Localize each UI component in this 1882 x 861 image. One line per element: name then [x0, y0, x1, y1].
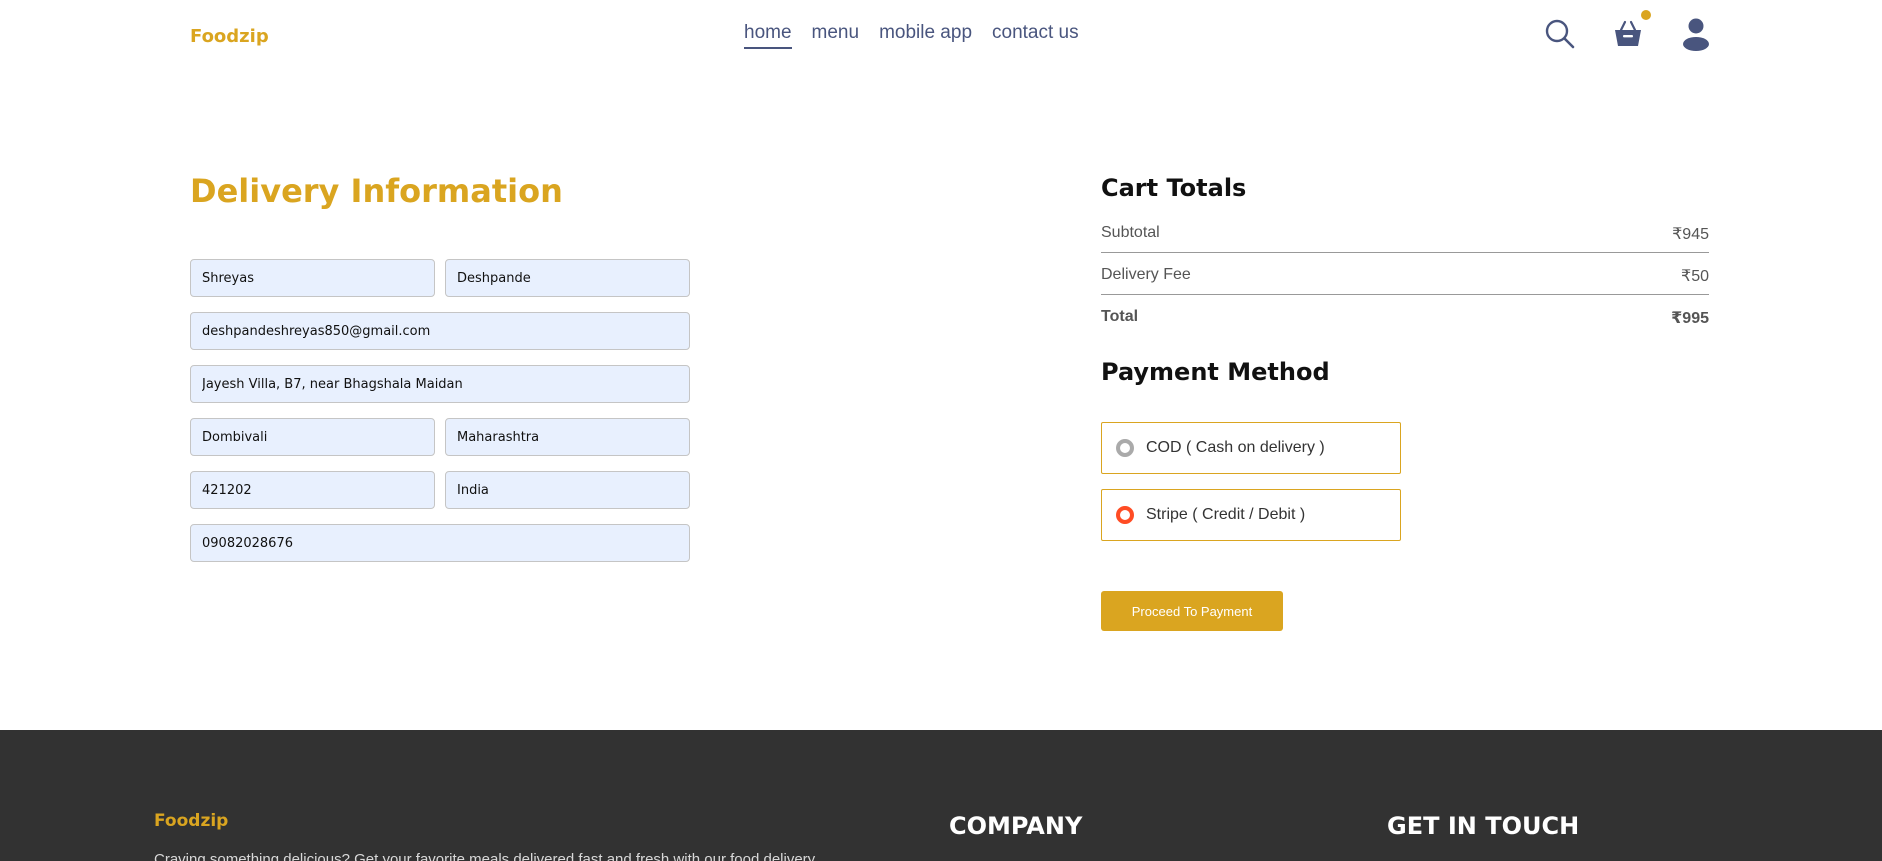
delivery-fee-label: Delivery Fee [1101, 266, 1191, 283]
delivery-fee-row: Delivery Fee ₹50 [1101, 266, 1709, 286]
subtotal-value: ₹945 [1672, 226, 1709, 243]
footer-logo[interactable]: Foodzip [154, 811, 228, 831]
radio-selected-icon[interactable] [1116, 506, 1134, 524]
divider [1101, 294, 1709, 295]
city-field[interactable] [190, 418, 435, 456]
phone-field[interactable] [190, 524, 690, 562]
footer: Foodzip Craving something delicious? Get… [0, 730, 1882, 861]
divider [1101, 252, 1709, 253]
first-name-field[interactable] [190, 259, 435, 297]
total-label: Total [1101, 308, 1139, 325]
total-value: ₹995 [1671, 310, 1709, 327]
cart-totals-title: Cart Totals [1101, 174, 1247, 202]
payment-method-title: Payment Method [1101, 358, 1330, 386]
footer-description: Craving something delicious? Get your fa… [154, 851, 816, 861]
country-field[interactable] [445, 471, 690, 509]
profile-icon[interactable] [1676, 14, 1716, 54]
footer-contact-heading: GET IN TOUCH [1387, 812, 1580, 840]
email-field[interactable] [190, 312, 690, 350]
nav-menu: home menu mobile app contact us [744, 22, 1079, 49]
total-row: Total ₹995 [1101, 308, 1709, 328]
proceed-to-payment-button[interactable]: Proceed To Payment [1101, 591, 1283, 631]
subtotal-row: Subtotal ₹945 [1101, 224, 1709, 244]
footer-company-heading: COMPANY [949, 812, 1083, 840]
search-icon[interactable] [1540, 14, 1580, 54]
nav-home[interactable]: home [744, 22, 792, 49]
delivery-title: Delivery Information [190, 172, 563, 210]
logo[interactable]: Foodzip [190, 26, 269, 47]
last-name-field[interactable] [445, 259, 690, 297]
delivery-fee-value: ₹50 [1681, 268, 1709, 285]
basket-icon[interactable] [1608, 14, 1648, 54]
state-field[interactable] [445, 418, 690, 456]
radio-icon[interactable] [1116, 439, 1134, 457]
payment-option-label: Stripe ( Credit / Debit ) [1146, 506, 1306, 523]
nav-contact-us[interactable]: contact us [992, 22, 1079, 49]
subtotal-label: Subtotal [1101, 224, 1160, 241]
payment-option-label: COD ( Cash on delivery ) [1146, 439, 1325, 456]
nav-mobile-app[interactable]: mobile app [879, 22, 972, 49]
nav-menu-link[interactable]: menu [812, 22, 860, 49]
payment-option-cod[interactable]: COD ( Cash on delivery ) [1101, 422, 1401, 474]
navbar: Foodzip home menu mobile app contact us [0, 0, 1882, 72]
street-field[interactable] [190, 365, 690, 403]
payment-option-stripe[interactable]: Stripe ( Credit / Debit ) [1101, 489, 1401, 541]
cart-notification-dot [1641, 10, 1651, 20]
zip-field[interactable] [190, 471, 435, 509]
